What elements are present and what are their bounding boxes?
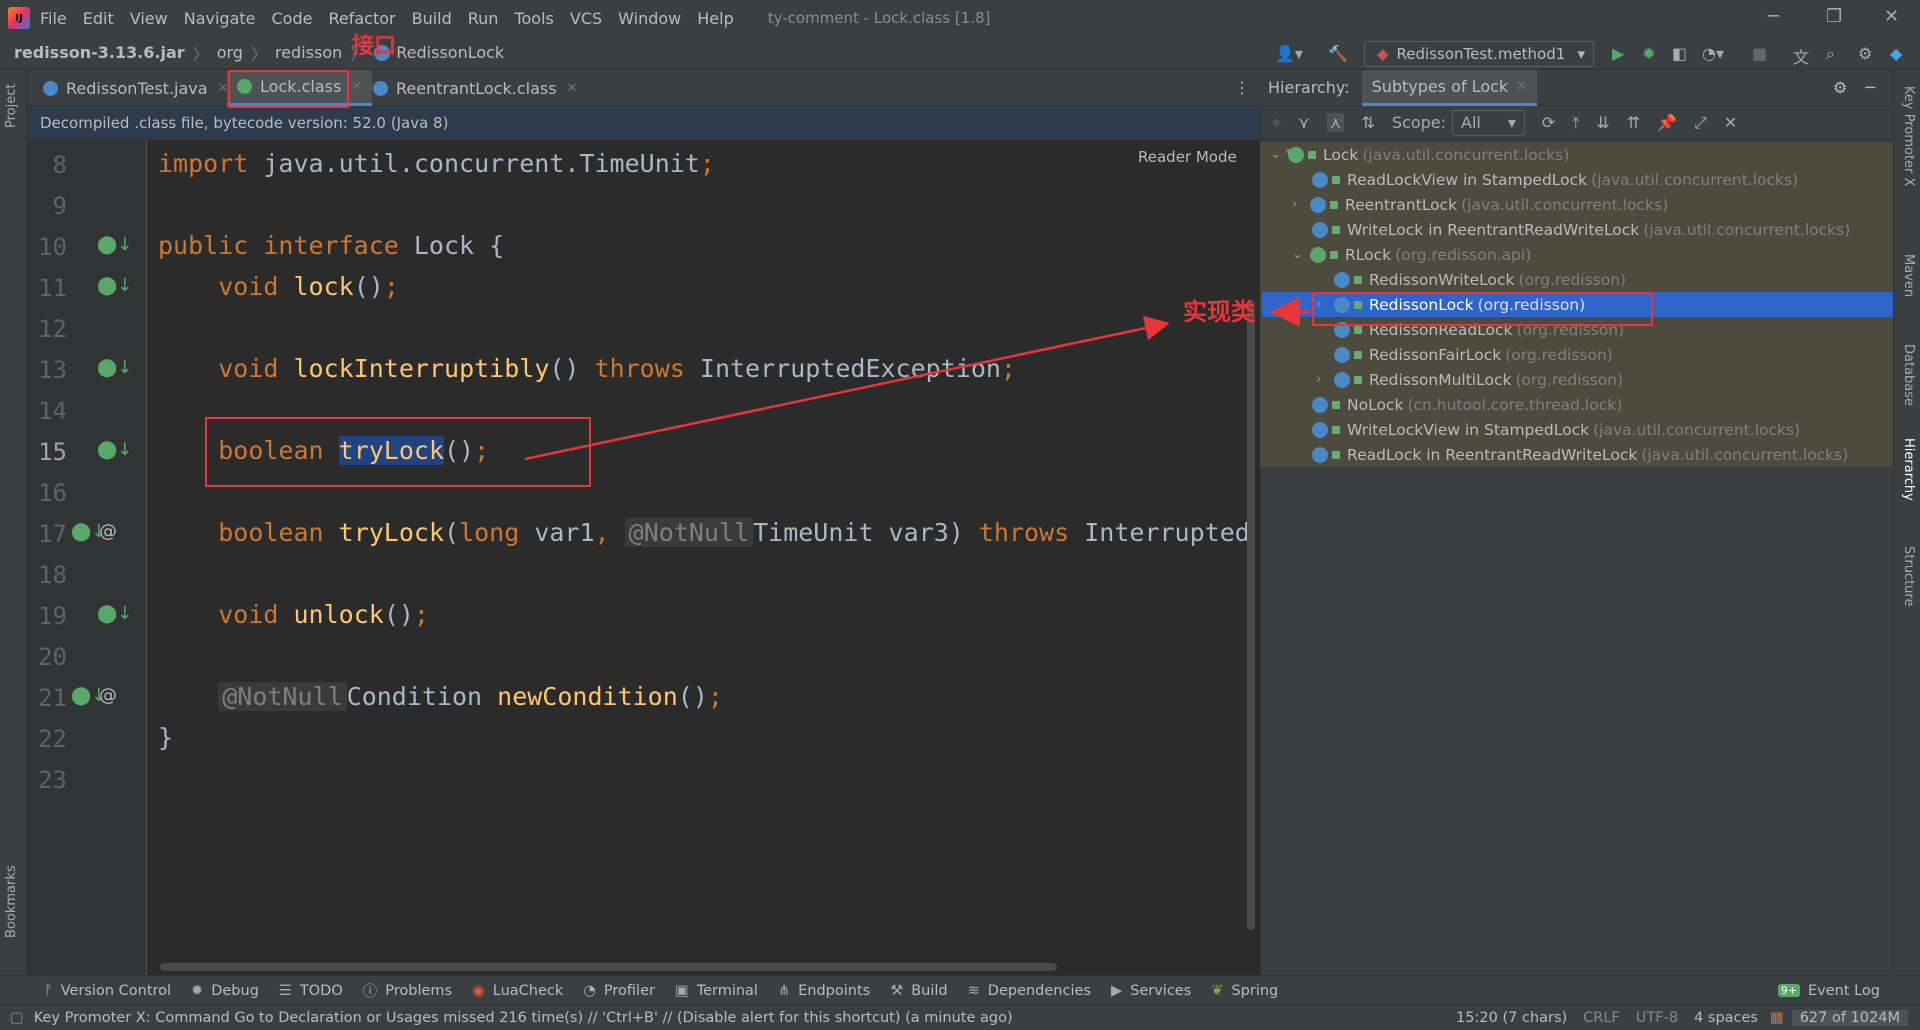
annotation-arrows	[524, 297, 1310, 461]
arrow-to-impl-label	[524, 315, 1170, 461]
